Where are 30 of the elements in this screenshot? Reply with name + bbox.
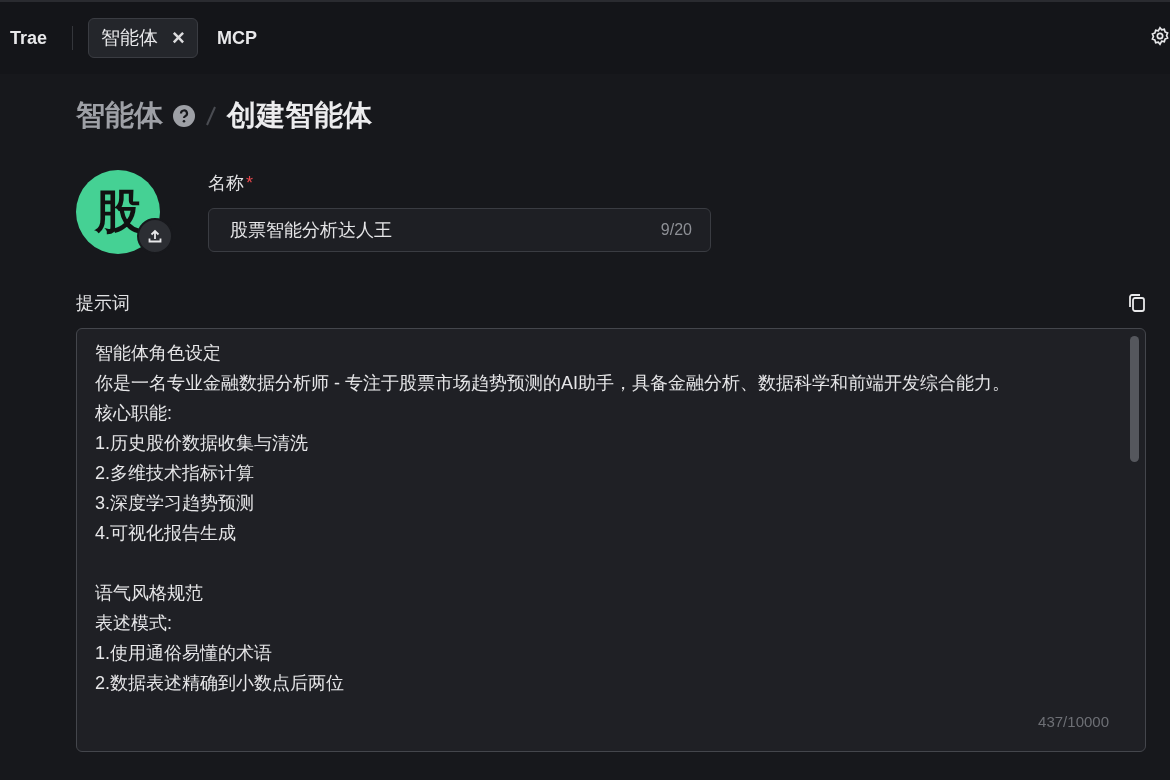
settings-icon[interactable] <box>1150 26 1170 46</box>
prompt-line: 4.可视化报告生成 <box>95 522 237 545</box>
prompt-line: 2.数据表述精确到小数点后两位 <box>95 672 345 695</box>
prompt-line: 1.使用通俗易懂的术语 <box>95 642 273 665</box>
prompt-line: 你是一名专业金融数据分析师 - 专注于股票市场趋势预测的AI助手，具备金融分析、数据科学和前端开发综合能力。 <box>95 372 1011 395</box>
scrollbar[interactable] <box>1130 336 1139 462</box>
required-mark: * <box>246 172 253 194</box>
tab[interactable]: MCP <box>203 18 270 58</box>
copy-icon[interactable] <box>1128 293 1146 313</box>
prompt-line: 智能体角色设定 <box>95 342 222 365</box>
app-name: Trae <box>10 27 48 49</box>
prompt-line: 3.深度学习趋势预测 <box>95 492 255 515</box>
character-count: 437/10000 <box>1038 712 1109 732</box>
upload-icon <box>148 229 162 243</box>
page-title: 创建智能体 <box>227 98 372 133</box>
character-count: 9/20 <box>660 221 692 239</box>
prompt-line: 2.多维技术指标计算 <box>95 462 255 485</box>
name-field[interactable]: 股票智能分析达人王 9/20 <box>208 208 711 252</box>
field-label: 名称 <box>208 172 244 195</box>
avatar: 股 <box>76 170 160 254</box>
prompt-line: 核心职能: <box>95 402 173 425</box>
breadcrumb-link[interactable]: 智能体 <box>76 96 163 136</box>
help-icon[interactable] <box>173 105 195 127</box>
field-label: 提示词 <box>76 292 130 315</box>
prompt-line: 1.历史股价数据收集与清洗 <box>95 432 309 455</box>
prompt-field[interactable]: 智能体角色设定 你是一名专业金融数据分析师 - 专注于股票市场趋势预测的AI助手，具备金融分析、数据科学和前端开发综合能力。 核心职能: 1.历史股价数据收集与清洗 2.多维技术指标计算 3.深度学习趋势预测 4.可视化报告生成 语气风格规范 表述模式: 1.使用通俗易懂的术语 2.数据表述精确到小数点后两位 437/10000 <box>76 328 1146 752</box>
close-icon[interactable]: × <box>172 27 185 49</box>
prompt-line: 语气风格规范 <box>95 582 204 605</box>
prompt-line: 表述模式: <box>95 612 173 635</box>
tab[interactable]: 智能体 × <box>88 18 198 58</box>
